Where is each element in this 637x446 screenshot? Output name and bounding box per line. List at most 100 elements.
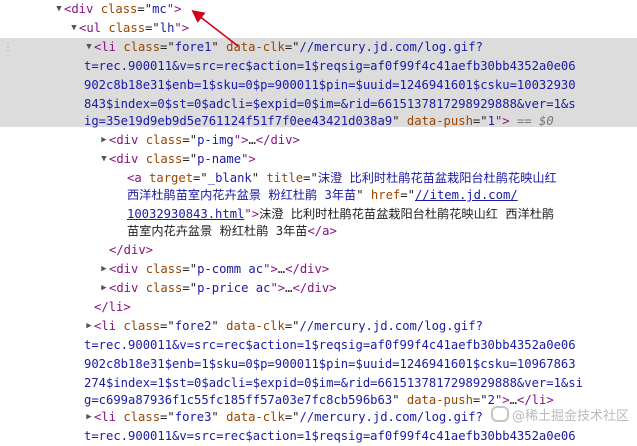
attr-eq: =" (145, 21, 160, 35)
attr-name: data-clk (226, 40, 285, 54)
attr-name: class (123, 319, 161, 333)
attr-value: 沫澄 比利时杜鹃花苗盆栽阳台杜鹃花映山红 (317, 171, 557, 185)
attr-quote: " (211, 40, 227, 54)
attr-name: class (123, 410, 161, 424)
attr-eq: =" (160, 319, 175, 333)
attr-name: data-push (406, 114, 473, 128)
attr-value: //mercury.jd.com/log.gif? (299, 319, 483, 333)
node-li-fore2[interactable]: <li class="fore2" data-clk="//mercury.jd… (0, 317, 637, 336)
attr-value: p-name (197, 152, 242, 166)
tag-close: "> (244, 207, 260, 221)
attr-value-line: ig=35e19d9eb9d5e761124f51f7f0ee43421d038… (0, 112, 637, 131)
juejin-logo-icon (490, 406, 509, 422)
attr-eq: =" (182, 281, 198, 295)
selected-node-marker: == $0 (509, 114, 554, 128)
collapsed-ellipsis[interactable]: … (510, 393, 517, 407)
tag-open: <li (94, 319, 124, 333)
attr-value: p-price ac (197, 281, 271, 295)
attr-value-line: t=rec.900011&v=src=rec$action=1$reqsig=a… (0, 336, 637, 355)
attr-value: 902c8b18e31$enb=1$sku=0$p=900011$pin=$uu… (84, 78, 576, 92)
node-div-end[interactable]: </div> (0, 241, 637, 260)
attr-eq: =" (400, 188, 415, 202)
attr-eq: =" (472, 114, 488, 128)
tag-end: </div> (285, 262, 330, 276)
tag-open: <ul (79, 21, 109, 35)
attr-value: //mercury.jd.com/log.gif? (299, 410, 483, 424)
collapsed-ellipsis[interactable]: … (248, 133, 255, 147)
tag-close: "> (494, 114, 510, 128)
attr-name: class (123, 40, 161, 54)
node-li-end[interactable]: </li> (0, 298, 637, 317)
tag-open: <a (127, 171, 150, 185)
node-ul-lh[interactable]: <ul class="lh"> (0, 19, 637, 38)
text-node-line: 苗室内花卉盆景 粉红杜鹃 3年苗</a> (0, 222, 637, 241)
attr-quote: " (211, 410, 227, 424)
tag-open: <div (109, 262, 146, 276)
attr-value: 1 (487, 114, 495, 128)
node-div-p-price[interactable]: <div class="p-price ac">…</div> (0, 279, 637, 298)
node-div-p-name[interactable]: <div class="p-name"> (0, 150, 637, 169)
tag-close: "> (270, 281, 286, 295)
attr-quote: " (392, 114, 407, 128)
tag-end: </div> (109, 243, 154, 257)
attr-value: mc (152, 2, 167, 16)
node-li-fore1[interactable]: <li class="fore1" data-clk="//mercury.jd… (0, 38, 637, 57)
attr-name: class (108, 21, 146, 35)
tag-open: <div (64, 2, 101, 16)
attr-value: 902c8b18e31$enb=1$sku=0$p=900011$pin=$uu… (84, 357, 576, 371)
attr-quote: " (211, 319, 227, 333)
attr-value: //mercury.jd.com/log.gif? (299, 40, 483, 54)
attr-value: p-img (197, 133, 234, 147)
tag-close: "> (241, 152, 256, 166)
attr-value: fore1 (174, 40, 212, 54)
tag-end: </div> (292, 281, 337, 295)
tag-close: "> (233, 133, 249, 147)
attr-eq: =" (472, 393, 488, 407)
attr-eq: =" (182, 152, 198, 166)
tag-open: <li (94, 40, 124, 54)
attr-eq: =" (160, 40, 175, 54)
tag-close: "> (166, 2, 182, 16)
watermark: @稀土掘金技术社区 (490, 406, 629, 426)
attr-eq: =" (284, 410, 300, 424)
attr-name: data-clk (226, 410, 285, 424)
attr-value: _blank (207, 171, 252, 185)
node-div-p-img[interactable]: <div class="p-img">…</div> (0, 131, 637, 150)
attr-value: 2 (487, 393, 495, 407)
attr-eq: =" (284, 40, 300, 54)
tag-end: </li> (516, 393, 554, 407)
attr-name: href (370, 188, 401, 202)
attr-name: data-push (406, 393, 473, 407)
attr-eq: =" (193, 171, 208, 185)
text-node: 沫澄 比利时杜鹃花苗盆栽阳台杜鹃花映山红 西洋杜鹃 (259, 207, 555, 221)
attr-name: class (145, 133, 183, 147)
attr-value: ig=35e19d9eb9d5e761124f51f7f0ee43421d038… (84, 114, 393, 128)
attr-name: data-clk (226, 319, 285, 333)
attr-value: 西洋杜鹃苗室内花卉盆景 粉红杜鹃 3年苗 (127, 188, 357, 202)
attr-eq: =" (284, 319, 300, 333)
attr-eq: =" (182, 133, 198, 147)
attr-value-line: t=rec.900011&v=src=rec$action=1$reqsig=a… (0, 57, 637, 76)
attr-value: p-comm ac (197, 262, 264, 276)
attr-quote: " (392, 393, 407, 407)
attr-name: class (145, 281, 183, 295)
href-link[interactable]: 10032930843.html (127, 207, 244, 221)
node-div-p-comm[interactable]: <div class="p-comm ac">…</div> (0, 260, 637, 279)
tag-end: </div> (255, 133, 300, 147)
attr-value: fore3 (174, 410, 212, 424)
attr-value: lh (159, 21, 175, 35)
text-node: 苗室内花卉盆景 粉红杜鹃 3年苗 (127, 224, 308, 238)
attr-value: t=rec.900011&v=src=rec$action=1$reqsig=a… (84, 59, 576, 73)
attr-eq: =" (160, 410, 175, 424)
attr-quote: " (251, 171, 267, 185)
tag-close: "> (263, 262, 278, 276)
attr-name: class (145, 262, 183, 276)
tag-end: </a> (307, 224, 337, 238)
attr-name: title (266, 171, 304, 185)
tag-close: "> (174, 21, 190, 35)
tag-end: </li> (94, 300, 131, 314)
node-div-mc[interactable]: <div class="mc"> (0, 0, 637, 19)
attr-value-line: 902c8b18e31$enb=1$sku=0$p=900011$pin=$uu… (0, 76, 637, 95)
attr-value: t=rec.900011&v=src=rec$action=1$reqsig=a… (84, 429, 576, 443)
href-link[interactable]: //item.jd.com/ (415, 188, 518, 202)
